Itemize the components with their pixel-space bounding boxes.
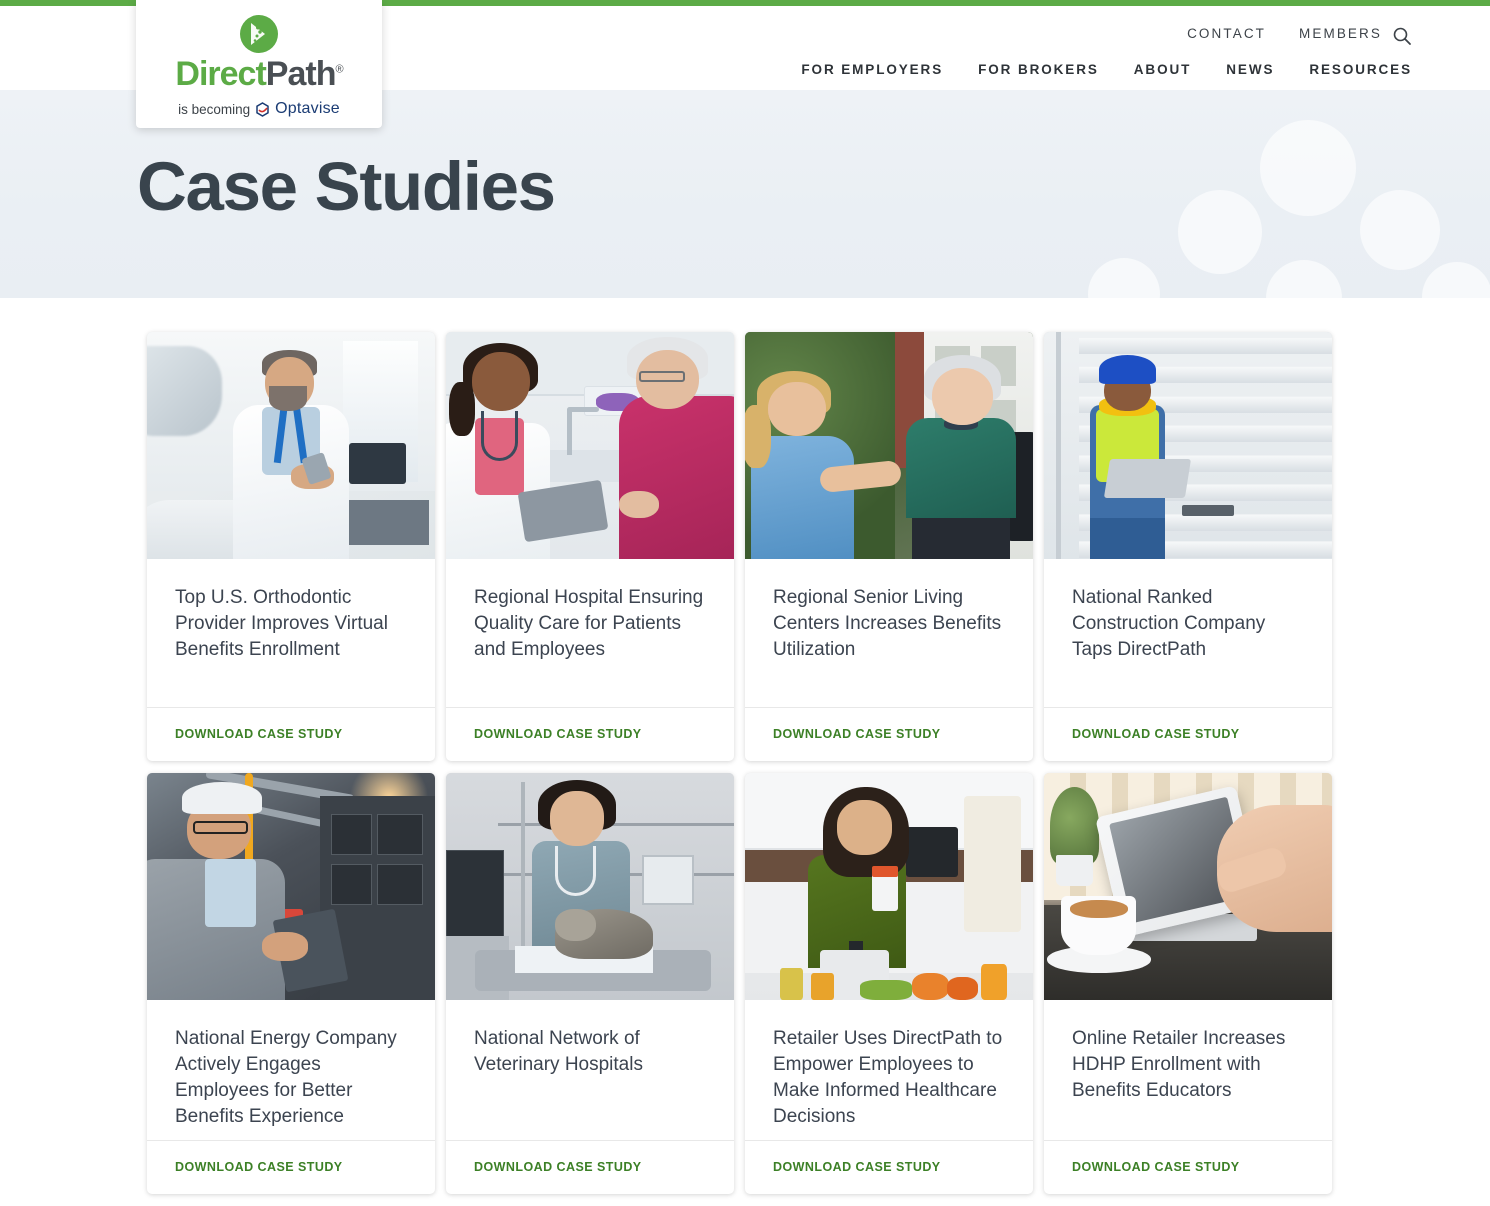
case-study-card[interactable]: Regional Senior Living Centers Increases… bbox=[745, 332, 1033, 761]
utility-navigation: CONTACT MEMBERS bbox=[1187, 26, 1382, 41]
case-study-image bbox=[745, 332, 1033, 559]
case-study-body: Online Retailer Increases HDHP Enrollmen… bbox=[1044, 1000, 1332, 1140]
case-study-title: National Network of Veterinary Hospitals bbox=[474, 1028, 643, 1076]
page-title: Case Studies bbox=[137, 148, 556, 225]
case-study-card[interactable]: Regional Hospital Ensuring Quality Care … bbox=[446, 332, 734, 761]
logo-wordmark: DirectPath® bbox=[175, 55, 343, 93]
directpath-logo-icon bbox=[240, 15, 278, 53]
case-study-card[interactable]: National Ranked Construction Company Tap… bbox=[1044, 332, 1332, 761]
case-study-body: National Ranked Construction Company Tap… bbox=[1044, 559, 1332, 707]
case-studies-grid: Top U.S. Orthodontic Provider Improves V… bbox=[147, 332, 1337, 1206]
case-study-title: Top U.S. Orthodontic Provider Improves V… bbox=[175, 587, 388, 661]
case-study-footer: DOWNLOAD CASE STUDY bbox=[745, 707, 1033, 761]
optavise-logo-icon bbox=[255, 101, 270, 117]
logo-word-path: Path bbox=[265, 55, 337, 93]
case-study-footer: DOWNLOAD CASE STUDY bbox=[147, 1140, 435, 1194]
download-case-study-link[interactable]: DOWNLOAD CASE STUDY bbox=[175, 727, 343, 741]
tagline-prefix: is becoming bbox=[178, 101, 251, 117]
nav-link-members[interactable]: MEMBERS bbox=[1299, 26, 1382, 41]
nav-link-for-employers[interactable]: FOR EMPLOYERS bbox=[801, 62, 943, 77]
nav-link-about[interactable]: ABOUT bbox=[1134, 62, 1192, 77]
case-study-body: Retailer Uses DirectPath to Empower Empl… bbox=[745, 1000, 1033, 1140]
logo-word-direct: Direct bbox=[175, 55, 266, 93]
case-study-card[interactable]: National Network of Veterinary Hospitals… bbox=[446, 773, 734, 1195]
case-study-body: National Energy Company Actively Engages… bbox=[147, 1000, 435, 1140]
case-study-body: Regional Hospital Ensuring Quality Care … bbox=[446, 559, 734, 707]
case-study-image bbox=[147, 773, 435, 1000]
case-study-image bbox=[1044, 773, 1332, 1000]
case-study-image bbox=[745, 773, 1033, 1000]
case-study-body: Top U.S. Orthodontic Provider Improves V… bbox=[147, 559, 435, 707]
case-study-title: National Ranked Construction Company Tap… bbox=[1072, 587, 1266, 661]
case-study-footer: DOWNLOAD CASE STUDY bbox=[446, 707, 734, 761]
case-study-card[interactable]: National Energy Company Actively Engages… bbox=[147, 773, 435, 1195]
case-study-image bbox=[147, 332, 435, 559]
download-case-study-link[interactable]: DOWNLOAD CASE STUDY bbox=[1072, 727, 1240, 741]
case-study-footer: DOWNLOAD CASE STUDY bbox=[147, 707, 435, 761]
nav-link-contact[interactable]: CONTACT bbox=[1187, 26, 1266, 41]
download-case-study-link[interactable]: DOWNLOAD CASE STUDY bbox=[773, 727, 941, 741]
download-case-study-link[interactable]: DOWNLOAD CASE STUDY bbox=[773, 1160, 941, 1174]
case-study-title: Retailer Uses DirectPath to Empower Empl… bbox=[773, 1028, 1003, 1128]
main-navigation: FOR EMPLOYERS FOR BROKERS ABOUT NEWS RES… bbox=[801, 62, 1412, 77]
download-case-study-link[interactable]: DOWNLOAD CASE STUDY bbox=[1072, 1160, 1240, 1174]
case-study-image bbox=[446, 332, 734, 559]
case-study-footer: DOWNLOAD CASE STUDY bbox=[1044, 707, 1332, 761]
case-study-title: Regional Hospital Ensuring Quality Care … bbox=[474, 587, 704, 661]
logo-registered-mark: ® bbox=[335, 63, 343, 76]
case-study-body: Regional Senior Living Centers Increases… bbox=[745, 559, 1033, 707]
nav-link-for-brokers[interactable]: FOR BROKERS bbox=[978, 62, 1099, 77]
case-study-image bbox=[1044, 332, 1332, 559]
case-study-card[interactable]: Top U.S. Orthodontic Provider Improves V… bbox=[147, 332, 435, 761]
case-study-card[interactable]: Online Retailer Increases HDHP Enrollmen… bbox=[1044, 773, 1332, 1195]
case-study-title: National Energy Company Actively Engages… bbox=[175, 1028, 397, 1128]
case-study-image bbox=[446, 773, 734, 1000]
nav-link-resources[interactable]: RESOURCES bbox=[1309, 62, 1412, 77]
case-study-title: Online Retailer Increases HDHP Enrollmen… bbox=[1072, 1028, 1286, 1102]
nav-link-news[interactable]: NEWS bbox=[1226, 62, 1274, 77]
case-study-footer: DOWNLOAD CASE STUDY bbox=[745, 1140, 1033, 1194]
logo-tagline: is becoming Optavise bbox=[178, 100, 340, 118]
case-study-body: National Network of Veterinary Hospitals bbox=[446, 1000, 734, 1140]
site-logo[interactable]: DirectPath® is becoming Optavise bbox=[136, 0, 382, 128]
case-study-footer: DOWNLOAD CASE STUDY bbox=[1044, 1140, 1332, 1194]
tagline-brand: Optavise bbox=[275, 100, 340, 117]
download-case-study-link[interactable]: DOWNLOAD CASE STUDY bbox=[175, 1160, 343, 1174]
case-study-footer: DOWNLOAD CASE STUDY bbox=[446, 1140, 734, 1194]
download-case-study-link[interactable]: DOWNLOAD CASE STUDY bbox=[474, 1160, 642, 1174]
case-study-title: Regional Senior Living Centers Increases… bbox=[773, 587, 1002, 661]
search-icon[interactable] bbox=[1392, 26, 1412, 46]
case-study-card[interactable]: Retailer Uses DirectPath to Empower Empl… bbox=[745, 773, 1033, 1195]
download-case-study-link[interactable]: DOWNLOAD CASE STUDY bbox=[474, 727, 642, 741]
hero-decorative-circles bbox=[1070, 90, 1490, 298]
